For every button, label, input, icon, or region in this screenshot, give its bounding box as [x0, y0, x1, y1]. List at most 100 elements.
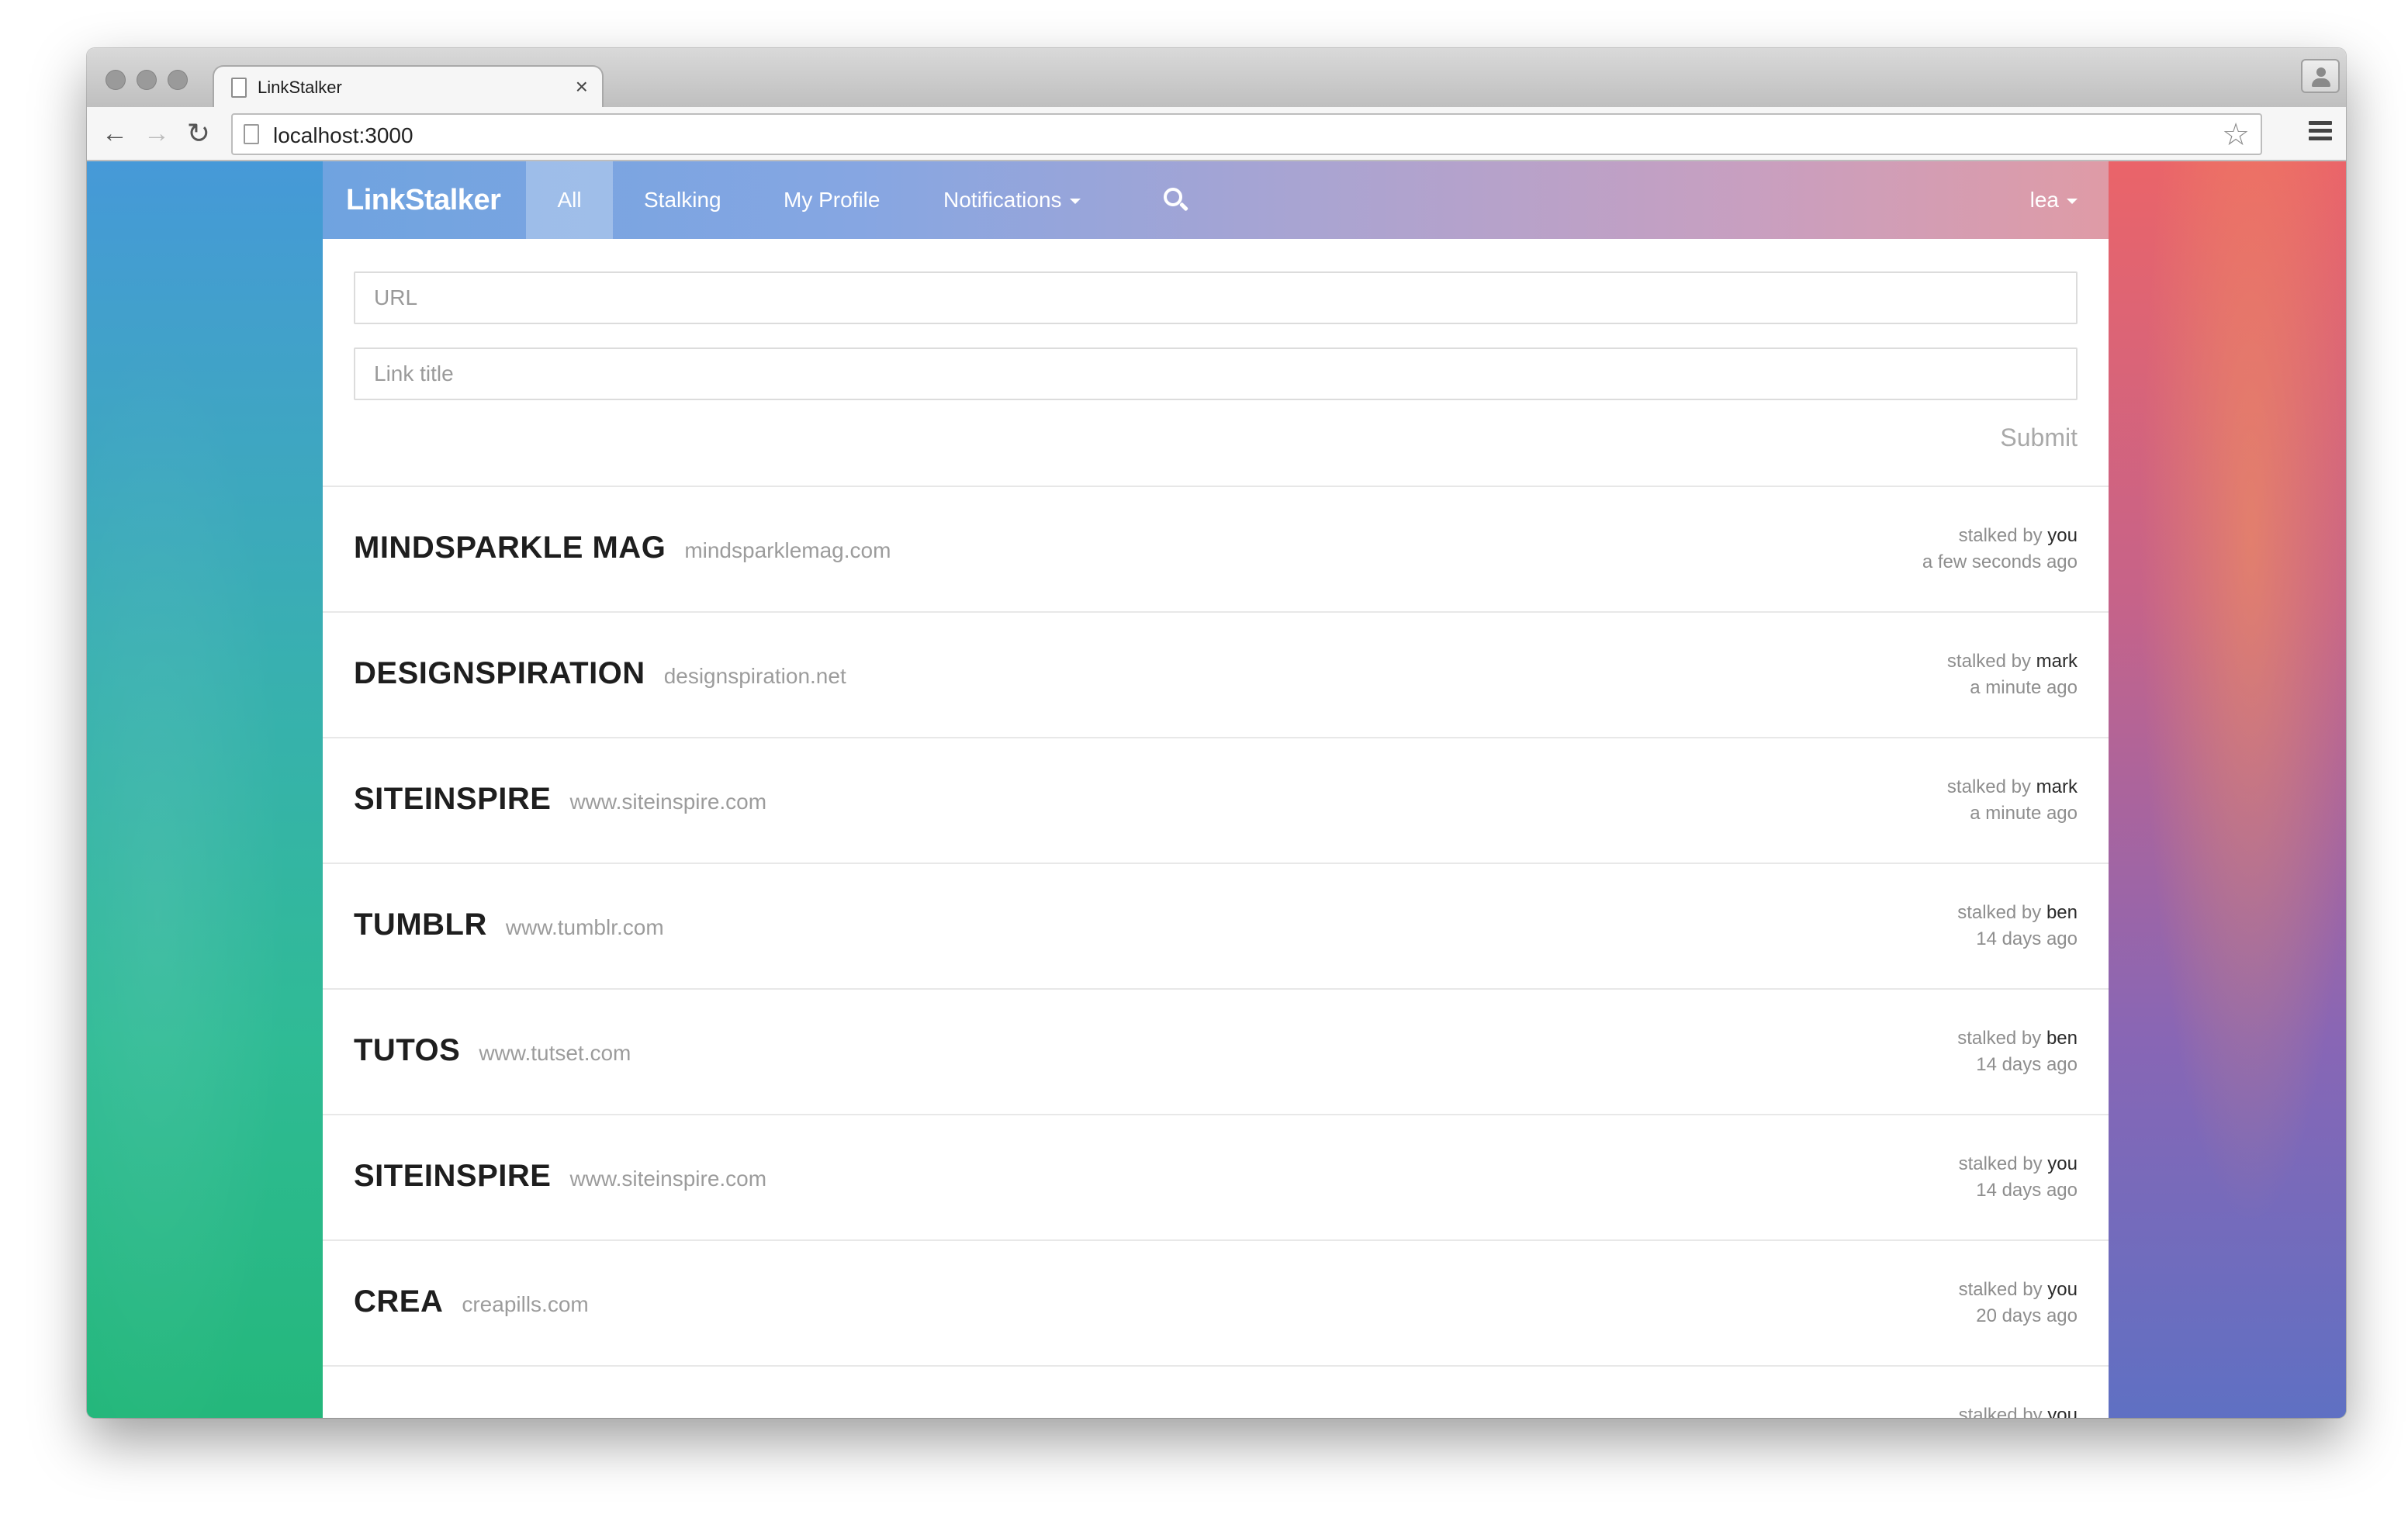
page-icon: [231, 78, 247, 98]
link-meta: stalked by ben 14 days ago: [1957, 900, 2078, 952]
link-title[interactable]: SITEINSPIRE www.siteinspire.com: [354, 782, 766, 817]
tab-title: LinkStalker: [258, 78, 342, 97]
stalker-name[interactable]: you: [2047, 1405, 2078, 1418]
link-title[interactable]: SITEINSPIRE www.siteinspire.com: [354, 1159, 766, 1194]
hamburger-icon[interactable]: [2309, 121, 2332, 141]
link-title[interactable]: TUMBLR www.tumblr.com: [354, 907, 664, 942]
nav-item-stalking[interactable]: Stalking: [644, 161, 721, 239]
link-title[interactable]: CREA creapills.com: [354, 1284, 589, 1319]
link-domain: www.siteinspire.com: [569, 1167, 767, 1191]
link-title-input[interactable]: [354, 347, 2078, 400]
timestamp: a minute ago: [1970, 677, 2078, 698]
link-title[interactable]: TUTOS www.tutset.com: [354, 1033, 631, 1068]
stalked-by-label: stalked by: [1958, 1405, 2043, 1418]
page-icon: [244, 124, 259, 144]
link-domain: www.tumblr.com: [505, 915, 664, 939]
browser-toolbar: ← → ↻ localhost:3000 ☆: [87, 107, 2346, 161]
link-meta: stalked by you a few seconds ago: [1922, 523, 2078, 576]
caret-down-icon: [1069, 199, 1081, 205]
search-icon[interactable]: [1164, 188, 1189, 212]
arrow-right-icon[interactable]: →: [140, 116, 174, 150]
stalker-name[interactable]: mark: [2036, 651, 2078, 672]
link-title[interactable]: [354, 1410, 372, 1418]
link-name[interactable]: TUMBLR: [354, 907, 487, 942]
maximize-window-button[interactable]: [168, 70, 188, 90]
address-url[interactable]: localhost:3000: [273, 123, 413, 148]
stalker-name[interactable]: mark: [2036, 776, 2078, 797]
link-name[interactable]: SITEINSPIRE: [354, 782, 551, 816]
timestamp: 14 days ago: [1976, 928, 2078, 949]
timestamp: 20 days ago: [1976, 1305, 2078, 1326]
timestamp: a minute ago: [1970, 803, 2078, 824]
background-right: [2109, 161, 2346, 1418]
link-meta: stalked by ben 14 days ago: [1957, 1025, 2078, 1078]
timestamp: 14 days ago: [1976, 1054, 2078, 1075]
page-viewport: LinkStalker All Stalking My Profile Noti…: [87, 161, 2346, 1418]
submit-button[interactable]: Submit: [2000, 423, 2078, 452]
browser-tab[interactable]: LinkStalker ×: [213, 65, 604, 109]
link-title[interactable]: DESIGNSPIRATION designspiration.net: [354, 656, 846, 691]
link-domain: www.siteinspire.com: [569, 790, 767, 814]
link-name[interactable]: TUTOS: [354, 1033, 460, 1067]
browser-titlebar: LinkStalker ×: [87, 48, 2346, 109]
navbar: LinkStalker All Stalking My Profile Noti…: [323, 161, 2109, 239]
link-domain: www.tutset.com: [479, 1041, 631, 1065]
stalker-name[interactable]: you: [2047, 525, 2078, 546]
nav-item-notifications[interactable]: Notifications: [943, 161, 1081, 239]
list-item[interactable]: SITEINSPIRE www.siteinspire.com stalked b…: [323, 1115, 2109, 1241]
list-item[interactable]: TUMBLR www.tumblr.com stalked by ben 14 da…: [323, 864, 2109, 990]
link-name[interactable]: CREA: [354, 1284, 443, 1319]
list-item[interactable]: CREA creapills.com stalked by you 20 days …: [323, 1241, 2109, 1367]
nav-item-my-profile[interactable]: My Profile: [784, 161, 880, 239]
link-meta: stalked by you 14 days ago: [1959, 1151, 2078, 1204]
nav-item-notifications-label: Notifications: [943, 188, 1062, 212]
stalker-name[interactable]: you: [2047, 1279, 2078, 1300]
user-name: lea: [2029, 188, 2059, 212]
link-title[interactable]: MINDSPARKLE MAG mindsparklemag.com: [354, 531, 891, 565]
stalked-by-label: stalked by: [1958, 525, 2043, 546]
list-item[interactable]: DESIGNSPIRATION designspiration.net stalk…: [323, 613, 2109, 738]
stalker-name[interactable]: ben: [2046, 902, 2078, 923]
profile-icon[interactable]: [2301, 59, 2340, 93]
list-item[interactable]: MINDSPARKLE MAG mindsparklemag.com stalke…: [323, 487, 2109, 613]
stalked-by-label: stalked by: [1958, 1279, 2043, 1300]
url-input[interactable]: [354, 271, 2078, 324]
timestamp: 14 days ago: [1976, 1180, 2078, 1201]
nav-item-all[interactable]: All: [526, 161, 613, 239]
close-icon[interactable]: ×: [576, 74, 588, 99]
link-meta: stalked by you 20 days ago: [1959, 1277, 2078, 1329]
brand-logo[interactable]: LinkStalker: [346, 161, 501, 239]
link-domain: designspiration.net: [663, 664, 846, 688]
link-meta: stalked by mark a minute ago: [1947, 648, 2078, 701]
stalked-by-label: stalked by: [1957, 902, 2042, 923]
user-menu[interactable]: lea: [2030, 161, 2078, 239]
stalked-by-label: stalked by: [1957, 1028, 2042, 1049]
browser-window: LinkStalker × ← → ↻ localhost:3000 ☆ Lin…: [87, 48, 2346, 1418]
arrow-left-icon[interactable]: ←: [98, 116, 132, 150]
close-window-button[interactable]: [106, 70, 126, 90]
app-container: LinkStalker All Stalking My Profile Noti…: [323, 161, 2109, 1418]
address-bar[interactable]: localhost:3000 ☆: [231, 113, 2262, 155]
link-domain: creapills.com: [462, 1292, 589, 1316]
link-name[interactable]: DESIGNSPIRATION: [354, 656, 645, 690]
list-item[interactable]: SITEINSPIRE www.siteinspire.com stalked b…: [323, 738, 2109, 864]
link-meta: stalked by mark a minute ago: [1947, 774, 2078, 827]
stalker-name[interactable]: you: [2047, 1153, 2078, 1174]
link-name[interactable]: MINDSPARKLE MAG: [354, 531, 666, 565]
stalked-by-label: stalked by: [1946, 776, 2031, 797]
reload-icon[interactable]: ↻: [182, 116, 216, 150]
stalked-by-label: stalked by: [1946, 651, 2031, 672]
stalked-by-label: stalked by: [1958, 1153, 2043, 1174]
link-meta: stalked by you: [1959, 1402, 2078, 1418]
stalker-name[interactable]: ben: [2046, 1028, 2078, 1049]
list-item[interactable]: stalked by you: [323, 1367, 2109, 1418]
link-list: MINDSPARKLE MAG mindsparklemag.com stalke…: [323, 487, 2109, 1418]
minimize-window-button[interactable]: [137, 70, 157, 90]
star-icon[interactable]: ☆: [2222, 118, 2250, 152]
timestamp: a few seconds ago: [1922, 551, 2078, 572]
link-name[interactable]: SITEINSPIRE: [354, 1159, 551, 1193]
link-domain: mindsparklemag.com: [684, 538, 891, 562]
submit-link-form: Submit: [323, 239, 2109, 487]
background-left: [87, 161, 323, 1418]
list-item[interactable]: TUTOS www.tutset.com stalked by ben 14 day…: [323, 990, 2109, 1115]
